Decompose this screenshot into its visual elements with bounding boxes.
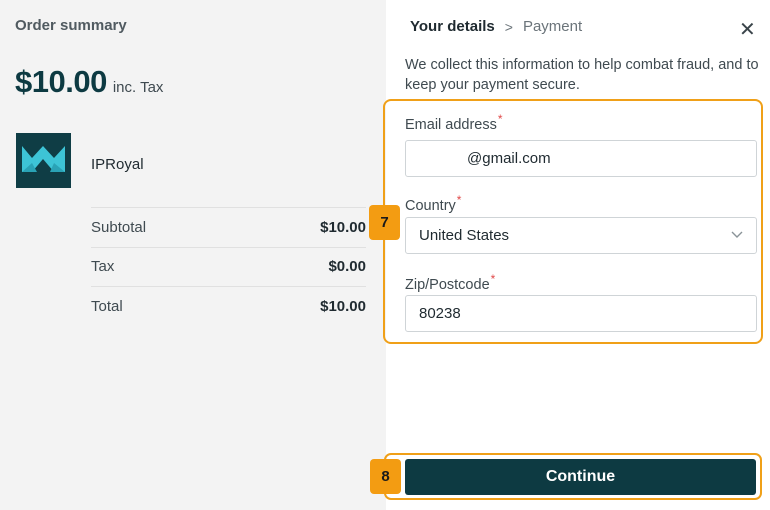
summary-value: $10.00 (320, 297, 366, 315)
country-label-text: Country (405, 197, 456, 214)
order-summary-table: Subtotal $10.00 Tax $0.00 Total $10.00 (91, 207, 366, 326)
price-row: $10.00 inc. Tax (15, 64, 163, 100)
required-mark: * (456, 193, 462, 207)
email-label-text: Email address (405, 116, 497, 133)
country-selected-value: United States (419, 227, 510, 244)
zip-label: Zip/Postcode* (405, 272, 495, 293)
checkout-steps-breadcrumb: Your details > Payment (410, 18, 582, 35)
close-icon[interactable]: ✕ (739, 20, 756, 40)
email-field[interactable] (405, 140, 757, 177)
summary-row-subtotal: Subtotal $10.00 (91, 207, 366, 247)
summary-value: $10.00 (320, 218, 366, 236)
fraud-info-text: We collect this information to help comb… (405, 57, 759, 93)
country-label: Country* (405, 193, 461, 214)
summary-label: Subtotal (91, 218, 147, 236)
step-separator: > (504, 18, 513, 35)
chevron-down-icon (731, 230, 743, 242)
checkout-details-panel: Your details > Payment ✕ We collect this… (383, 0, 770, 510)
required-mark: * (490, 272, 496, 286)
order-summary-panel: Order summary $10.00 inc. Tax IPRoyal Su… (0, 0, 386, 510)
continue-button[interactable]: Continue (405, 459, 756, 495)
annotation-badge-7: 7 (369, 205, 400, 240)
email-label: Email address* (405, 112, 503, 133)
summary-value: $0.00 (328, 258, 366, 276)
summary-label: Total (91, 297, 123, 315)
zip-label-text: Zip/Postcode (405, 276, 490, 293)
step-payment: Payment (522, 18, 583, 35)
iproyal-crown-logo-icon (16, 133, 71, 188)
order-summary-title: Order summary (15, 17, 127, 34)
zip-postcode-field[interactable] (405, 295, 757, 332)
required-mark: * (497, 112, 503, 126)
annotation-badge-8: 8 (370, 459, 401, 494)
product-name: IPRoyal (91, 156, 144, 173)
summary-row-tax: Tax $0.00 (91, 246, 366, 287)
summary-label: Tax (91, 258, 115, 276)
step-your-details: Your details (410, 18, 495, 35)
tax-note: inc. Tax (112, 79, 164, 96)
country-select[interactable]: United States (405, 217, 757, 254)
summary-row-total: Total $10.00 (91, 286, 366, 326)
order-total-price: $10.00 (15, 64, 107, 99)
